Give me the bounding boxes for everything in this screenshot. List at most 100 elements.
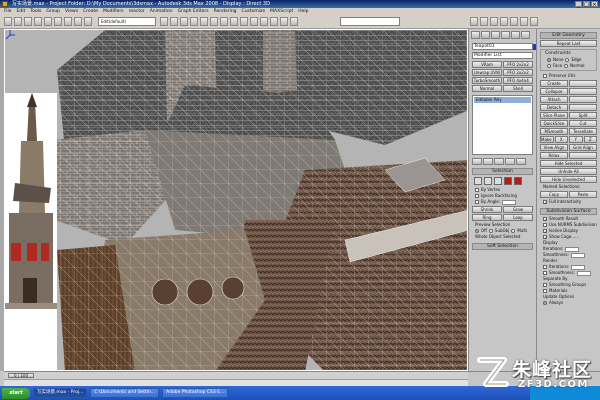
track-bar[interactable] [4, 379, 468, 386]
always-radio[interactable] [543, 301, 547, 305]
hierarchy-tab-icon[interactable] [491, 31, 500, 39]
pivot-icon[interactable] [190, 17, 198, 26]
maximize-button[interactable]: □ [583, 1, 590, 8]
move-icon[interactable] [160, 17, 168, 26]
render-iterations-spinner[interactable] [571, 264, 586, 270]
align-icon[interactable] [250, 17, 258, 26]
start-button[interactable]: start [2, 387, 30, 399]
menu-help[interactable]: Help [298, 8, 308, 15]
show-cage-checkbox[interactable] [543, 235, 547, 239]
constraint-normal-radio[interactable] [564, 64, 569, 68]
mirror-icon[interactable] [240, 17, 248, 26]
filter-icon[interactable] [54, 17, 62, 26]
minimize-button[interactable]: _ [575, 1, 582, 8]
preview-multi-radio[interactable] [511, 229, 516, 233]
display-tab-icon[interactable] [511, 31, 520, 39]
menu-rendering[interactable]: Rendering [214, 8, 237, 15]
selection-set-dropdown[interactable]: Edit(default) [98, 17, 156, 26]
environment-icon[interactable] [520, 17, 528, 26]
element-icon[interactable] [514, 177, 522, 185]
relax-button[interactable]: Relax [540, 152, 568, 159]
constraint-none-radio[interactable] [547, 58, 551, 62]
angle-spinner[interactable] [502, 199, 517, 205]
undo-icon[interactable] [4, 17, 12, 26]
region-icon[interactable] [84, 17, 92, 26]
create-settings-button[interactable] [569, 80, 597, 87]
show-end-result-icon[interactable] [483, 158, 493, 165]
tessellate-button[interactable]: Tessellate [569, 128, 597, 135]
modifier-button[interactable]: PFO 2x2x2 [503, 69, 533, 76]
display-smoothness-spinner[interactable] [570, 252, 585, 258]
menu-animation[interactable]: Animation [150, 8, 173, 15]
menu-tools[interactable]: Tools [30, 8, 41, 15]
border-icon[interactable] [494, 177, 502, 185]
modifier-button[interactable]: PFO 2x2x2 [503, 61, 533, 68]
make-unique-icon[interactable] [494, 158, 504, 165]
menu-create[interactable]: Create [83, 8, 98, 15]
scale-icon[interactable] [180, 17, 188, 26]
material-editor-icon[interactable] [290, 17, 298, 26]
render-smoothness-checkbox[interactable] [543, 271, 547, 275]
modifier-button[interactable]: Normal [472, 85, 502, 92]
msmooth-button[interactable]: MSmooth [540, 128, 568, 135]
preserve-uvs-row[interactable]: Preserve UVs [537, 73, 600, 79]
remove-modifier-icon[interactable] [505, 158, 515, 165]
grid-align-button[interactable]: Grid Align [569, 144, 597, 151]
angle-snap-icon[interactable] [210, 17, 218, 26]
taskbar-item-3dsmax[interactable]: 写实场景.max - Proj... [33, 388, 88, 398]
stack-item-editable-poly[interactable]: Editable Poly [474, 97, 531, 103]
attach-button[interactable]: Attach [540, 96, 568, 103]
grow-button[interactable]: Grow [503, 206, 533, 213]
render-last-icon[interactable] [510, 17, 518, 26]
preview-subobj-radio[interactable] [488, 229, 493, 233]
detach-button[interactable]: Detach [540, 104, 568, 111]
shrink-button[interactable]: Shrink [472, 206, 502, 213]
menu-edit[interactable]: Edit [17, 8, 26, 15]
constraint-face-radio[interactable] [547, 64, 551, 68]
unlink-icon[interactable] [34, 17, 42, 26]
select-by-name-icon[interactable] [74, 17, 82, 26]
modify-tab-icon[interactable] [481, 31, 490, 39]
taskbar-item-photoshop[interactable]: Adobe Photoshop CS3 E... [162, 388, 229, 398]
render-type-icon[interactable] [500, 17, 508, 26]
detach-settings-button[interactable] [569, 104, 597, 111]
by-angle-checkbox[interactable] [475, 200, 479, 204]
percent-snap-icon[interactable] [220, 17, 228, 26]
preserve-uvs-checkbox[interactable] [543, 74, 547, 78]
cut-button[interactable]: Cut [569, 120, 597, 127]
teapot-icon[interactable] [530, 17, 538, 26]
unhide-all-button[interactable]: Unhide All [540, 168, 597, 175]
subdivision-surface-rollout-header[interactable]: Subdivision Surface [540, 208, 597, 215]
soft-selection-rollout-header[interactable]: Soft Selection [472, 243, 533, 250]
curve-editor-icon[interactable] [270, 17, 278, 26]
full-interactivity-checkbox[interactable] [543, 200, 547, 204]
always-row[interactable]: Always [537, 300, 600, 306]
paste-button[interactable]: Paste [569, 191, 597, 198]
close-button[interactable]: × [591, 1, 598, 8]
view-align-button[interactable]: View Align [540, 144, 568, 151]
display-iterations-spinner[interactable] [565, 246, 580, 252]
quick-render-icon[interactable] [490, 17, 498, 26]
menu-file[interactable]: File [4, 8, 12, 15]
quickslice-button[interactable]: QuickSlice [540, 120, 568, 127]
snap-icon[interactable] [200, 17, 208, 26]
spinner-snap-icon[interactable] [230, 17, 238, 26]
isoline-display-checkbox[interactable] [543, 229, 547, 233]
bind-icon[interactable] [44, 17, 52, 26]
split-button[interactable]: Split [569, 112, 597, 119]
layer-icon[interactable] [260, 17, 268, 26]
create-tab-icon[interactable] [471, 31, 480, 39]
time-slider[interactable]: 0 / 100 [8, 373, 34, 378]
attach-settings-button[interactable] [569, 96, 597, 103]
loop-button[interactable]: Loop [503, 214, 533, 221]
render-setup-icon[interactable] [470, 17, 478, 26]
vertex-icon[interactable] [474, 177, 482, 185]
hide-unselected-button[interactable]: Hide Unselected [540, 176, 597, 183]
select-icon[interactable] [64, 17, 72, 26]
make-planar-button[interactable]: Make Planar [540, 136, 554, 143]
use-nurms-checkbox[interactable] [543, 223, 547, 227]
ring-button[interactable]: Ring [472, 214, 502, 221]
menu-maxscript[interactable]: MAXScript [270, 8, 293, 15]
render-smoothness-spinner[interactable] [576, 270, 591, 276]
taskbar-item-explorer[interactable]: C:\Documents and Settin... [90, 388, 160, 398]
